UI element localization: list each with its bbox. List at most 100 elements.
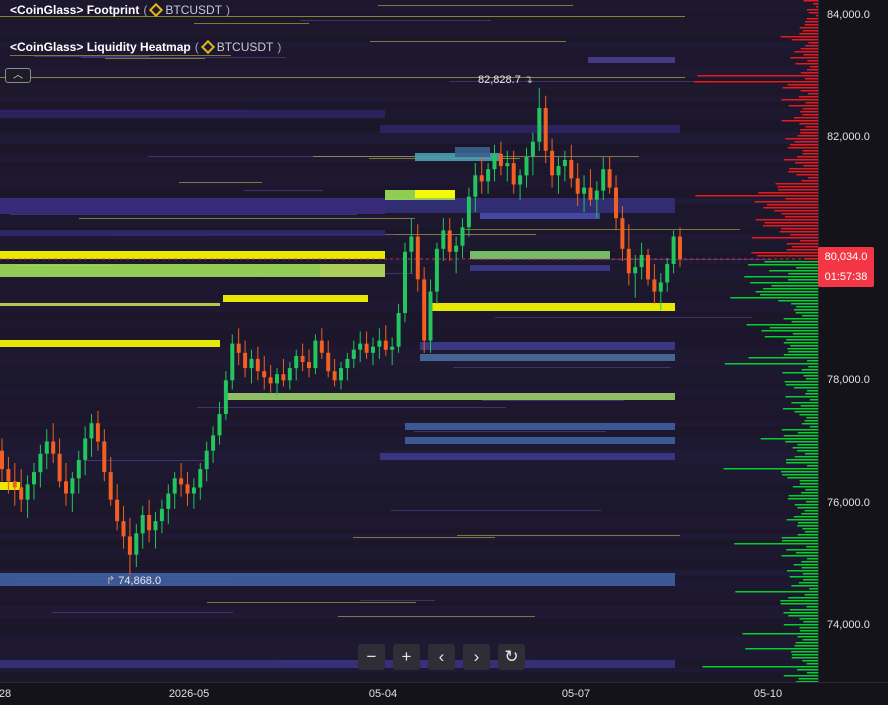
depth-profile-bar xyxy=(785,396,818,398)
depth-profile-bar xyxy=(797,636,818,638)
candle-body xyxy=(268,377,273,384)
candle-body xyxy=(287,368,292,381)
depth-profile-bar xyxy=(781,213,818,215)
depth-profile-bar xyxy=(809,588,818,590)
candle-body xyxy=(639,254,644,268)
liquidity-band xyxy=(480,213,600,219)
candle-body xyxy=(377,340,382,347)
depth-profile-bar xyxy=(750,282,818,284)
depth-profile-bar xyxy=(787,477,818,479)
heatmap-cell xyxy=(457,535,680,536)
candle-body xyxy=(179,478,184,485)
depth-profile-bar xyxy=(786,339,818,341)
depth-profile-bar xyxy=(806,606,818,608)
depth-profile-bar xyxy=(789,609,818,611)
depth-profile-bar xyxy=(805,393,818,395)
time-tick: 05-04 xyxy=(368,688,398,700)
collapse-legend-button[interactable]: ︿ xyxy=(5,68,31,83)
scroll-right-button[interactable]: › xyxy=(463,644,490,670)
candle-body xyxy=(121,521,126,537)
depth-profile-bar xyxy=(693,81,818,83)
chart-plot-area[interactable]: <CoinGlass> Footprint ( BTCUSDT ) <CoinG… xyxy=(0,0,818,682)
reset-chart-button[interactable]: ↻ xyxy=(498,644,525,670)
candle-body xyxy=(486,169,491,182)
heatmap-cell xyxy=(52,612,233,613)
liquidity-band xyxy=(470,251,610,259)
candle-body xyxy=(409,236,414,252)
depth-profile-bar xyxy=(799,627,818,629)
low-price-annotation: ↱ 74,868.0 xyxy=(106,574,161,587)
price-tick: 74,000.0 xyxy=(827,619,870,631)
depth-profile-bar xyxy=(780,36,818,38)
depth-profile-bar xyxy=(766,204,818,206)
zoom-out-button[interactable]: − xyxy=(358,644,385,670)
depth-profile-bar xyxy=(799,483,818,485)
depth-profile-bar xyxy=(795,162,818,164)
candle-body xyxy=(0,450,4,470)
candle-body xyxy=(339,368,343,381)
depth-profile-bar xyxy=(807,390,818,392)
binance-icon xyxy=(200,39,215,55)
heatmap-cell xyxy=(0,408,818,414)
candle-body xyxy=(434,248,439,292)
price-axis[interactable]: 84,000.0 82,000.0 78,000.0 76,000.0 74,0… xyxy=(818,0,888,682)
depth-profile-bar xyxy=(805,489,818,491)
candle-body xyxy=(588,187,593,200)
depth-profile-bar xyxy=(795,552,818,554)
candle-body xyxy=(57,453,62,482)
depth-profile-bar xyxy=(799,27,818,29)
depth-profile-bar xyxy=(801,423,818,425)
candle-body xyxy=(307,362,311,369)
time-axis[interactable]: 28 2026-05 05-04 05-07 05-10 xyxy=(0,682,888,705)
candle-body xyxy=(665,264,670,283)
depth-profile-bar xyxy=(807,60,818,62)
depth-profile-bar xyxy=(783,342,818,344)
depth-profile-bar xyxy=(793,387,818,389)
depth-profile-bar xyxy=(803,0,818,2)
depth-profile-bar xyxy=(801,180,818,182)
depth-profile-bar xyxy=(794,309,818,311)
depth-profile-bar xyxy=(799,123,818,125)
time-tick: 05-10 xyxy=(753,688,783,700)
depth-profile-bar xyxy=(758,192,818,194)
depth-profile-bar xyxy=(781,471,818,473)
high-price-annotation: 82,828.7 ↴ xyxy=(478,73,533,86)
candle-body xyxy=(223,380,228,414)
depth-profile-bar xyxy=(786,519,818,521)
heatmap-cell xyxy=(353,537,495,538)
scroll-left-button[interactable]: ‹ xyxy=(428,644,455,670)
depth-profile-bar xyxy=(787,498,818,500)
footprint-indicator-name: <CoinGlass> Footprint xyxy=(10,3,140,17)
depth-profile-bar xyxy=(695,195,818,197)
liquidity-band xyxy=(223,295,368,302)
depth-profile-bar xyxy=(802,528,818,530)
liquidity-band xyxy=(0,482,20,490)
heatmap-cell xyxy=(0,24,818,30)
depth-profile-bar xyxy=(784,216,818,218)
depth-profile-bar xyxy=(805,126,818,128)
depth-profile-bar xyxy=(800,630,818,632)
candle-body xyxy=(95,423,100,442)
depth-profile-bar xyxy=(800,129,818,131)
heatmap-cell xyxy=(194,23,309,24)
heatmap-cell xyxy=(0,90,818,96)
chevron-left-icon: ‹ xyxy=(438,647,445,666)
depth-profile-bar xyxy=(781,228,818,230)
candle-body xyxy=(473,175,478,197)
depth-profile-bar xyxy=(800,240,818,242)
depth-profile-bar xyxy=(748,357,818,359)
footprint-legend[interactable]: <CoinGlass> Footprint ( BTCUSDT ) xyxy=(10,2,230,18)
zoom-in-button[interactable]: + xyxy=(393,644,420,670)
heatmap-cell xyxy=(0,414,818,420)
liquidity-band xyxy=(0,198,385,214)
depth-profile-bar xyxy=(777,186,818,188)
depth-profile-bar xyxy=(745,648,818,650)
depth-profile-bar xyxy=(802,153,818,155)
heatmap-cell xyxy=(453,367,671,368)
liquidity-line xyxy=(0,77,685,78)
candle-body xyxy=(415,236,420,280)
depth-profile-bar xyxy=(746,324,818,326)
depth-profile-bar xyxy=(795,642,818,644)
heatmap-legend[interactable]: <CoinGlass> Liquidity Heatmap ( BTCUSDT … xyxy=(10,39,281,55)
depth-profile-bar xyxy=(802,114,818,116)
